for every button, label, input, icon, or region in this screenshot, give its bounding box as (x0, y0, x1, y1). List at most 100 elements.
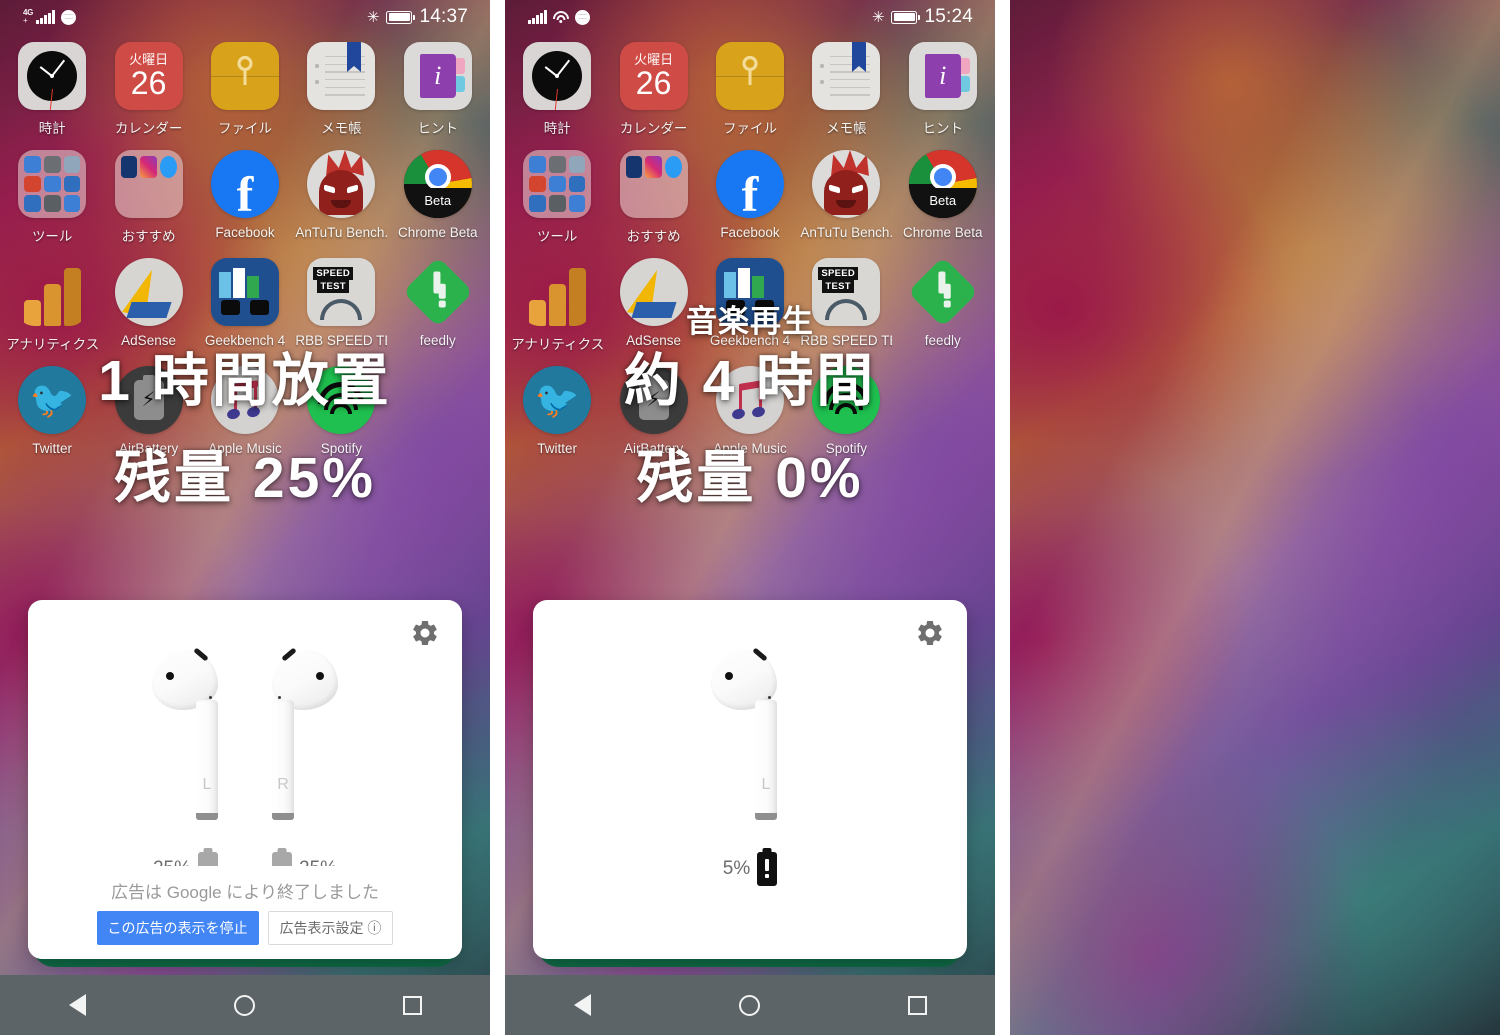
facebook-icon: f (715, 150, 784, 218)
battery-icon (386, 10, 416, 24)
calendar-day: 26 (130, 65, 167, 101)
status-bar: ✳ 15:24 (505, 0, 995, 34)
app-folder-recommended[interactable]: おすすめ (610, 150, 698, 245)
airbattery-card: L 5% (533, 600, 967, 959)
phone-screenshot-partial (1000, 0, 1500, 1035)
stop-showing-ad-button[interactable]: この広告の表示を停止 (96, 911, 259, 945)
app-notes[interactable]: メモ帳 (297, 42, 385, 137)
airbattery-card: L R 25% 25% 広告は Google により終了しました (28, 600, 462, 959)
app-label: Chrome Beta (902, 225, 983, 240)
recents-square-icon[interactable] (907, 995, 927, 1015)
signal-bars-icon (528, 10, 547, 24)
app-clock[interactable]: 時計 (8, 42, 96, 137)
overlay-line-3: 残量 0% (636, 446, 864, 510)
app-label: ファイル (217, 121, 272, 136)
calendar-weekday: 火曜日 (129, 52, 169, 67)
app-label: カレンダー (619, 121, 688, 136)
calendar-icon: 火曜日 26 (114, 42, 183, 110)
panel-gap (490, 0, 505, 1035)
overlay-line-2: 1 時間放置 (98, 349, 392, 413)
notes-icon (812, 42, 881, 110)
airpods-illustration: L R (28, 644, 462, 832)
app-label: ファイル (722, 121, 777, 136)
beta-badge: Beta (424, 193, 452, 208)
tips-icon: i (403, 42, 472, 110)
geekbench-icon (210, 258, 279, 326)
app-row: ツール おすすめ f Facebook AnTuTu Bench.. Beta … (0, 150, 490, 245)
folder-icon (619, 150, 688, 218)
chrome-beta-icon: Beta (403, 150, 472, 218)
recents-square-icon[interactable] (402, 995, 422, 1015)
pod-side-label: R (277, 776, 289, 793)
app-label: メモ帳 (826, 121, 867, 136)
app-label: カレンダー (114, 121, 183, 136)
app-label: メモ帳 (321, 121, 362, 136)
app-label: ヒント (417, 121, 459, 136)
phone-screenshot-right: ✳ 15:24 時計 火曜日 26 カレンダー ファイル メモ帳 i ヒント ツ… (505, 0, 995, 1035)
files-icon (715, 42, 784, 110)
antutu-icon (812, 150, 881, 218)
app-facebook[interactable]: f Facebook (201, 150, 289, 245)
ad-banner: 広告は Google により終了しました この広告の表示を停止 広告表示設定 ⓘ (28, 866, 462, 959)
airpod-right: R (258, 644, 340, 832)
battery-readout-row: 5% (533, 852, 967, 886)
app-facebook[interactable]: f Facebook (706, 150, 794, 245)
rbb-speed-test-icon: SPEED TEST (307, 258, 376, 326)
app-antutu[interactable]: AnTuTu Bench.. (295, 150, 387, 245)
battery-readout-left: 5% (722, 852, 778, 886)
app-folder-tools[interactable]: ツール (513, 150, 601, 245)
ad-message: 広告は Google により終了しました (111, 883, 379, 902)
app-chrome-beta[interactable]: Beta Chrome Beta (899, 150, 987, 245)
app-tips[interactable]: i ヒント (394, 42, 482, 137)
panel-gap (995, 0, 1010, 1035)
battery-critical-icon (757, 852, 778, 886)
app-calendar[interactable]: 火曜日 26 カレンダー (105, 42, 193, 137)
overlay-line-3: 残量 25% (114, 446, 376, 510)
adsense-icon (114, 258, 183, 326)
app-calendar[interactable]: 火曜日 26 カレンダー (610, 42, 698, 137)
status-bar: 4G + ✳ 14:37 (0, 0, 490, 34)
app-label: 時計 (543, 121, 571, 136)
chrome-beta-icon: Beta (908, 150, 977, 218)
tips-icon: i (908, 42, 977, 110)
wifi-icon (552, 10, 569, 24)
home-circle-icon[interactable] (233, 994, 255, 1016)
google-analytics-icon (18, 258, 86, 326)
app-folder-recommended[interactable]: おすすめ (105, 150, 193, 245)
back-triangle-icon[interactable] (573, 994, 591, 1016)
antutu-icon (307, 150, 376, 218)
app-chrome-beta[interactable]: Beta Chrome Beta (394, 150, 482, 245)
status-clock: 15:24 (924, 6, 973, 27)
app-label: おすすめ (121, 229, 176, 244)
files-icon (210, 42, 279, 110)
app-tips[interactable]: i ヒント (899, 42, 987, 137)
network-type-indicator: 4G + (23, 8, 34, 25)
bluetooth-icon: ✳ (871, 8, 885, 26)
back-triangle-icon[interactable] (68, 994, 86, 1016)
app-label: Chrome Beta (397, 225, 478, 240)
app-folder-tools[interactable]: ツール (8, 150, 96, 245)
android-nav-bar (505, 975, 995, 1035)
app-label: Facebook (215, 225, 275, 240)
home-circle-icon[interactable] (738, 994, 760, 1016)
clock-icon (523, 42, 592, 110)
app-files[interactable]: ファイル (706, 42, 794, 137)
app-antutu[interactable]: AnTuTu Bench.. (800, 150, 892, 245)
app-label: ツール (31, 229, 73, 244)
ad-settings-button[interactable]: 広告表示設定 ⓘ (267, 911, 394, 945)
feedly-icon (403, 258, 472, 326)
app-label: 時計 (38, 121, 66, 136)
signal-bars-icon (36, 10, 56, 24)
tips-glyph: i (434, 61, 442, 90)
app-row: 時計 火曜日 26 カレンダー ファイル メモ帳 i ヒント (505, 42, 995, 137)
app-label: おすすめ (626, 229, 681, 244)
notes-icon (307, 42, 376, 110)
screenshot-stage: 4G + ✳ 14:37 時計 火曜日 26 カレンダー ファイル メモ帳 i … (0, 0, 1500, 1035)
overlay-line-2: 約 4 時間 (623, 349, 877, 413)
app-clock[interactable]: 時計 (513, 42, 601, 137)
pod-side-label: L (761, 776, 771, 793)
airpods-illustration: L (533, 644, 967, 832)
app-files[interactable]: ファイル (201, 42, 289, 137)
app-notes[interactable]: メモ帳 (802, 42, 890, 137)
battery-percent-left: 5% (722, 858, 751, 879)
